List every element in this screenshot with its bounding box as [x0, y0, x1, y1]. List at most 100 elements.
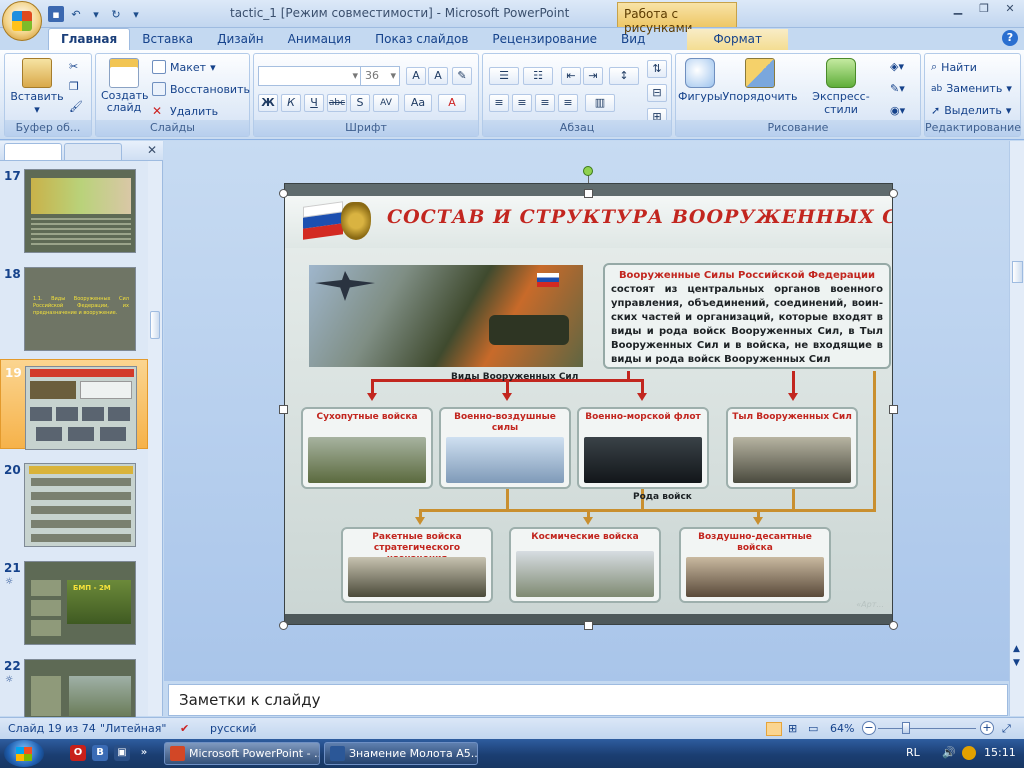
italic-icon[interactable]: К: [281, 94, 301, 112]
numbering-icon[interactable]: ☷: [523, 67, 553, 85]
close-icon[interactable]: ✕: [147, 143, 157, 157]
align-right-icon[interactable]: ≡: [535, 94, 555, 112]
tab-insert[interactable]: Вставка: [130, 29, 205, 50]
notes-pane[interactable]: Заметки к слайду: [168, 684, 1008, 716]
columns-icon[interactable]: ▥: [585, 94, 615, 112]
resize-handle-se[interactable]: [889, 621, 898, 630]
volume-icon[interactable]: 🔊: [942, 746, 956, 759]
cut-icon[interactable]: ✂: [69, 60, 78, 73]
slide-thumbnail-21[interactable]: 21 ☼ БМП - 2М: [0, 555, 148, 645]
tab-animation[interactable]: Анимация: [276, 29, 363, 50]
zoom-level[interactable]: 64%: [830, 722, 854, 735]
tab-outline-view[interactable]: [64, 143, 122, 160]
minimize-icon[interactable]: ▁: [946, 2, 970, 20]
decrease-indent-icon[interactable]: ⇤: [561, 67, 581, 85]
shadow-icon[interactable]: S: [350, 94, 370, 112]
change-case-icon[interactable]: Aa: [404, 94, 432, 112]
rotate-handle[interactable]: [583, 166, 593, 176]
restore-icon[interactable]: ❐: [972, 2, 996, 20]
align-left-icon[interactable]: ≡: [489, 94, 509, 112]
more-icon[interactable]: »: [136, 745, 152, 761]
font-size-combo[interactable]: 36 ▾: [360, 66, 400, 86]
tab-slides-view[interactable]: [4, 143, 62, 160]
spellcheck-icon[interactable]: ✔: [180, 722, 189, 735]
scroll-up-page-icon[interactable]: ▲: [1013, 644, 1020, 654]
shape-fill-icon[interactable]: ◈▾: [890, 60, 904, 73]
shape-outline-icon[interactable]: ✎▾: [890, 82, 905, 95]
bold-icon[interactable]: Ж: [258, 94, 278, 112]
shapes-button[interactable]: Фигуры: [678, 58, 723, 103]
strikethrough-icon[interactable]: abc: [327, 94, 347, 112]
char-spacing-icon[interactable]: AV: [373, 94, 399, 112]
increase-indent-icon[interactable]: ⇥: [583, 67, 603, 85]
tab-view[interactable]: Вид: [609, 29, 657, 50]
zoom-slider-thumb[interactable]: [902, 722, 910, 734]
taskbar-powerpoint[interactable]: Microsoft PowerPoint - ...: [164, 742, 320, 765]
font-name-combo[interactable]: ▾: [258, 66, 362, 86]
tab-review[interactable]: Рецензирование: [480, 29, 609, 50]
grow-font-icon[interactable]: A: [406, 67, 426, 85]
scroll-down-page-icon[interactable]: ▼: [1013, 658, 1020, 668]
redo-icon[interactable]: ↻: [108, 6, 124, 22]
shape-effects-icon[interactable]: ◉▾: [890, 104, 905, 117]
resize-handle-w[interactable]: [279, 405, 288, 414]
new-slide-button[interactable]: Создать слайд: [100, 58, 149, 114]
save-icon[interactable]: ▪: [48, 6, 64, 22]
shrink-font-icon[interactable]: A: [428, 67, 448, 85]
select-button[interactable]: ➚ Выделить ▾: [931, 104, 1011, 117]
bullets-icon[interactable]: ☰: [489, 67, 519, 85]
font-color-icon[interactable]: A: [438, 94, 466, 112]
slide-thumbnail-19[interactable]: 19: [0, 359, 148, 450]
scroll-thumb[interactable]: [1012, 261, 1023, 283]
show-desktop-icon[interactable]: ▣: [114, 745, 130, 761]
slide-thumbnail-20[interactable]: 20: [0, 457, 148, 547]
replace-button[interactable]: ab Заменить ▾: [931, 82, 1012, 95]
slide[interactable]: СОСТАВ И СТРУКТУРА ВООРУЖЕННЫХ СИЛ Воору…: [284, 183, 893, 625]
align-center-icon[interactable]: ≡: [512, 94, 532, 112]
zoom-in-icon[interactable]: +: [980, 721, 994, 735]
office-button[interactable]: [2, 1, 42, 41]
copy-icon[interactable]: ❐: [69, 80, 79, 93]
align-text-icon[interactable]: ⊟: [647, 84, 667, 102]
tab-slideshow[interactable]: Показ слайдов: [363, 29, 480, 50]
text-direction-icon[interactable]: ⇅: [647, 60, 667, 78]
justify-icon[interactable]: ≡: [558, 94, 578, 112]
normal-view-icon[interactable]: [766, 722, 782, 736]
clear-format-icon[interactable]: ✎: [452, 67, 472, 85]
line-spacing-icon[interactable]: ↕: [609, 67, 639, 85]
zoom-slider[interactable]: [878, 728, 976, 729]
find-button[interactable]: ⌕ Найти: [931, 60, 977, 74]
slide-sorter-icon[interactable]: ⊞: [788, 722, 797, 735]
taskbar-word[interactable]: Знамение Молота A5...: [324, 742, 478, 765]
scroll-thumb[interactable]: [150, 311, 160, 339]
close-icon[interactable]: ✕: [998, 2, 1022, 20]
customize-qat-icon[interactable]: ▾: [128, 6, 144, 22]
tab-design[interactable]: Дизайн: [205, 29, 276, 50]
format-painter-icon[interactable]: 🖌: [69, 100, 83, 113]
vertical-scrollbar[interactable]: ▲ ▼: [1009, 141, 1024, 716]
reset-button[interactable]: Восстановить: [152, 82, 250, 96]
network-icon[interactable]: [962, 746, 976, 760]
undo-dropdown-icon[interactable]: ▾: [88, 6, 104, 22]
underline-icon[interactable]: Ч: [304, 94, 324, 112]
resize-handle-n[interactable]: [584, 189, 593, 198]
keyboard-layout[interactable]: RL: [906, 746, 920, 759]
resize-handle-nw[interactable]: [279, 189, 288, 198]
fit-to-window-icon[interactable]: ⤢: [1002, 722, 1011, 736]
slideshow-view-icon[interactable]: ▭: [808, 722, 818, 735]
slide-thumbnail-18[interactable]: 18 1.1. Виды Вооруженных Сил Российской …: [0, 261, 148, 351]
zoom-out-icon[interactable]: −: [862, 721, 876, 735]
resize-handle-ne[interactable]: [889, 189, 898, 198]
tab-format[interactable]: Формат: [687, 29, 789, 50]
arrange-button[interactable]: Упорядочить: [722, 58, 798, 103]
paste-button[interactable]: Вставить ▾: [9, 58, 65, 116]
vk-icon[interactable]: B: [92, 745, 108, 761]
resize-handle-s[interactable]: [584, 621, 593, 630]
start-button[interactable]: [4, 740, 44, 767]
tab-home[interactable]: Главная: [48, 28, 131, 50]
delete-slide-button[interactable]: ✕ Удалить: [152, 104, 218, 118]
quick-styles-button[interactable]: Экспресс-стили: [798, 58, 884, 116]
slides-panel-scrollbar[interactable]: [148, 161, 162, 716]
undo-icon[interactable]: ↶: [68, 6, 84, 22]
language[interactable]: русский: [210, 722, 257, 735]
